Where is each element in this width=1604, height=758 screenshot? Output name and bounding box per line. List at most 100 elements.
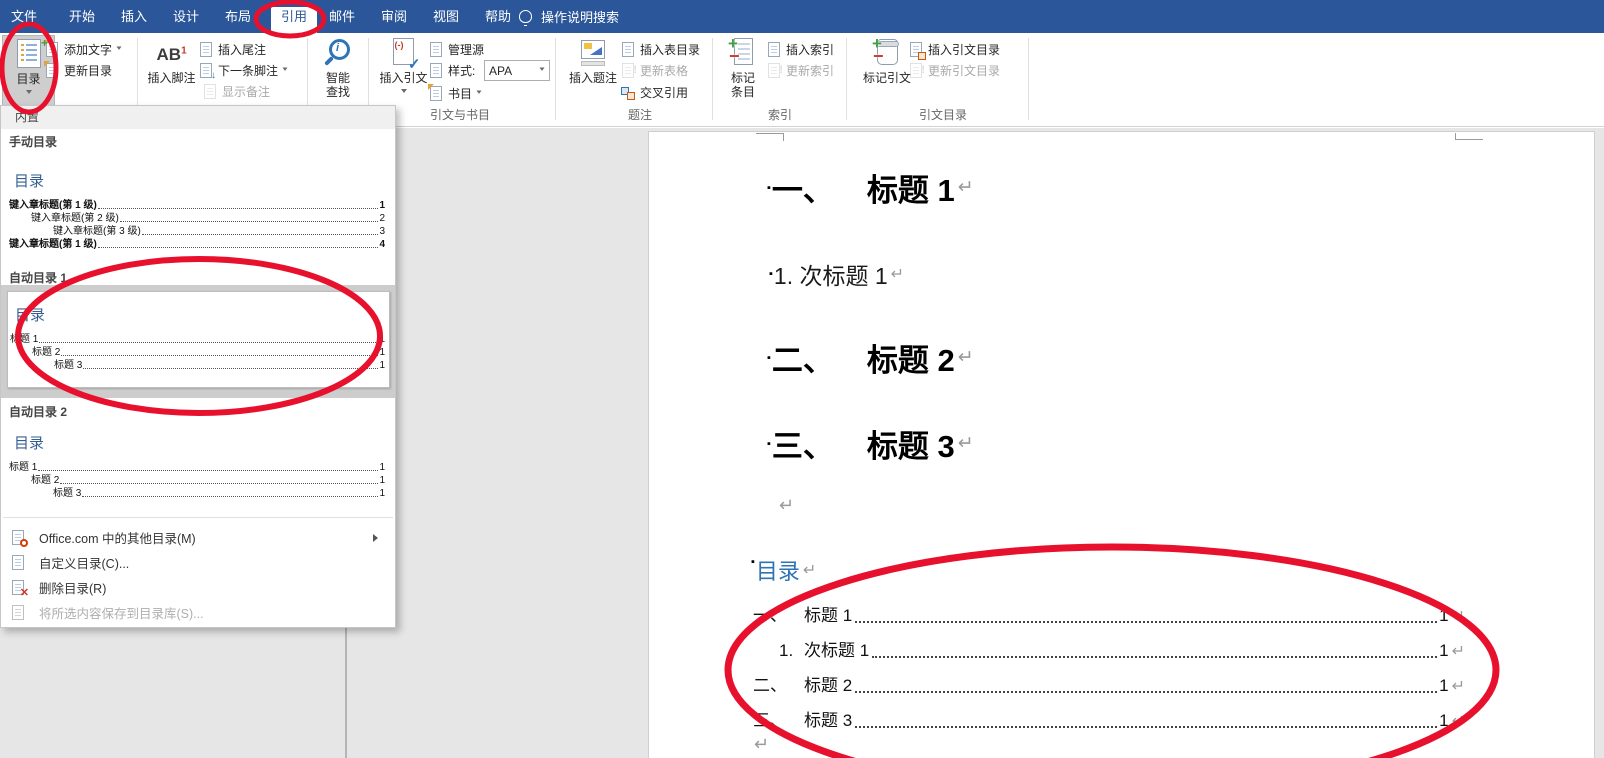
menu-item-label: 删除目录(R) <box>39 582 107 596</box>
outline-bullet: ▪ <box>767 181 771 194</box>
paragraph-mark: ↵ <box>1451 678 1465 695</box>
outline-bullet: ▪ <box>751 556 755 568</box>
toc-row[interactable]: 1. 次标题 1 1 ↵ <box>753 636 1465 661</box>
preview-page: 1 <box>379 488 385 499</box>
add-text-label: 添加文字 <box>64 43 113 57</box>
next-footnote-icon: ↓ <box>198 62 216 81</box>
chevron-down-icon <box>282 67 288 74</box>
dot-leader <box>97 247 379 248</box>
ribbon-tab-bar: 文件 开始 插入 设计 布局 引用 邮件 审阅 视图 帮助 操作说明搜索 <box>0 0 1604 33</box>
cross-reference-button[interactable]: 交叉引用 <box>620 83 688 102</box>
toc-row[interactable]: 二、 标题 2 1 ↵ <box>753 671 1465 696</box>
toc-row-title: 标题 2 <box>804 676 853 695</box>
bibliography-icon <box>428 83 444 102</box>
update-index-button: ! 更新索引 <box>766 61 834 80</box>
paragraph-mark: ↵ <box>957 347 974 368</box>
mark-citation-label: 标记引文 <box>862 71 911 85</box>
toc-field-title[interactable]: ▪ 目录 ↵ <box>751 554 816 586</box>
insert-index-icon <box>766 41 782 58</box>
update-table-button: ! 更新表格 <box>620 61 688 80</box>
group-divider <box>712 38 713 120</box>
toc-button-label: 目录 <box>16 72 41 86</box>
add-text-button[interactable]: + 添加文字 <box>41 36 122 59</box>
heading-3[interactable]: ▪ 三、 标题 3 ↵ <box>767 421 974 466</box>
insert-citation-button[interactable]: (-) ✓ 插入引文 <box>376 35 431 108</box>
margin-crop-mark-right <box>1455 133 1483 140</box>
tab-layout[interactable]: 布局 <box>218 0 258 33</box>
subheading-1[interactable]: ▪ 1. 次标题 1 ↵ <box>769 257 904 291</box>
mark-entry-button[interactable]: + − 标记 条目 <box>720 34 766 108</box>
preview-toc-heading: 目录 <box>14 173 45 190</box>
insert-index-button[interactable]: 插入索引 <box>766 40 834 59</box>
outline-bullet: ▪ <box>767 351 771 364</box>
margin-crop-mark-left <box>756 133 784 141</box>
toc-row-page: 1 <box>1439 641 1449 660</box>
tab-insert[interactable]: 插入 <box>114 0 154 33</box>
insert-footnote-button[interactable]: AB1 插入脚注 <box>143 35 200 108</box>
tab-file[interactable]: 文件 <box>4 0 44 33</box>
toc-row[interactable]: 一、 标题 1 1 ↵ <box>753 601 1465 626</box>
heading-1[interactable]: ▪ 一、 标题 1 ↵ <box>767 165 974 210</box>
manage-sources-icon <box>428 41 444 58</box>
pane-divider-line <box>345 628 347 758</box>
tab-mailings[interactable]: 邮件 <box>322 0 362 33</box>
insert-endnote-button[interactable]: 插入尾注 <box>198 40 266 59</box>
menu-item-remove-toc[interactable]: ✕ 删除目录(R) <box>2 575 394 600</box>
lightbulb-icon <box>519 10 532 26</box>
builtin-header: 内置 <box>1 106 395 129</box>
dot-leader <box>38 470 379 471</box>
menu-item-save-selection-to-gallery: 将所选内容保存到目录库(S)... <box>2 600 394 625</box>
manual-toc-preview: 键入章标题(第 1 级) 1 键入章标题(第 2 级) 2 键入章标题(第 3 … <box>9 198 385 250</box>
toc-row[interactable]: 三、 标题 3 1 ↵ <box>753 706 1465 731</box>
update-index-icon: ! <box>766 62 783 79</box>
bibliography-button[interactable]: 书目 <box>428 83 482 103</box>
next-footnote-button[interactable]: ↓ 下一条脚注 <box>198 61 288 81</box>
tab-references[interactable]: 引用 <box>274 0 314 33</box>
manual-toc-label: 手动目录 <box>9 135 58 149</box>
insert-caption-label: 插入题注 <box>568 71 617 85</box>
heading-2[interactable]: ▪ 二、 标题 2 ↵ <box>767 335 974 380</box>
chevron-down-icon <box>25 90 32 97</box>
manage-sources-button[interactable]: 管理源 <box>428 40 484 59</box>
menu-item-label: Office.com 中的其他目录(M) <box>39 532 196 546</box>
tab-help[interactable]: 帮助 <box>478 0 518 33</box>
preview-entry: 标题 3 <box>54 360 83 371</box>
insert-table-of-figures-icon <box>620 41 636 58</box>
insert-toa-icon <box>908 41 926 60</box>
update-index-label: 更新索引 <box>786 64 835 78</box>
tell-me-search[interactable]: 操作说明搜索 <box>519 0 619 33</box>
toc-row-number: 一、 <box>753 606 787 625</box>
office-com-icon <box>10 529 28 547</box>
citation-style-select[interactable]: APA <box>484 60 550 81</box>
tab-home[interactable]: 开始 <box>62 0 102 33</box>
insert-table-of-figures-button[interactable]: 插入表目录 <box>620 40 700 59</box>
update-toc-button[interactable]: 更新目录 <box>44 60 112 80</box>
show-notes-icon <box>202 83 218 100</box>
dot-leader <box>119 221 379 222</box>
auto-toc-2-preview: 标题 1 1 标题 2 1 标题 3 1 <box>9 460 385 499</box>
smart-lookup-button[interactable]: i 智能 查找 <box>313 35 363 108</box>
heading-2-number: 二、 <box>771 343 834 378</box>
document-page[interactable]: ▪ 一、 标题 1 ↵ ▪ 1. 次标题 1 ↵ ▪ 二、 标题 2 ↵ ▪ 三… <box>648 131 1595 758</box>
insert-toa-label: 插入引文目录 <box>928 43 1001 57</box>
menu-item-more-tocs-office-com[interactable]: Office.com 中的其他目录(M) <box>2 525 394 550</box>
tell-me-search-label: 操作说明搜索 <box>541 10 620 25</box>
tab-view[interactable]: 视图 <box>426 0 466 33</box>
smart-lookup-label-2: 查找 <box>325 85 350 99</box>
preview-page: 4 <box>379 239 385 250</box>
style-icon <box>428 62 444 79</box>
insert-caption-button[interactable]: 插入题注 <box>563 35 623 108</box>
preview-page: 2 <box>379 213 385 224</box>
tab-design[interactable]: 设计 <box>166 0 206 33</box>
dot-leader <box>855 621 1438 623</box>
menu-item-custom-toc[interactable]: 自定义目录(C)... <box>2 550 394 575</box>
preview-entry: 标题 3 <box>53 488 82 499</box>
tab-review[interactable]: 审阅 <box>374 0 414 33</box>
citations-group-label: 引文与书目 <box>429 108 490 122</box>
insert-toa-button[interactable]: 插入引文目录 <box>908 40 1001 60</box>
index-group-label: 索引 <box>767 108 792 122</box>
insert-endnote-icon <box>198 41 214 58</box>
chevron-down-icon <box>539 67 545 74</box>
gallery-item-auto-toc-1[interactable]: 目录 标题 1 1 标题 2 1 标题 3 1 <box>7 291 390 388</box>
toc-row-page: 1 <box>1439 676 1449 695</box>
